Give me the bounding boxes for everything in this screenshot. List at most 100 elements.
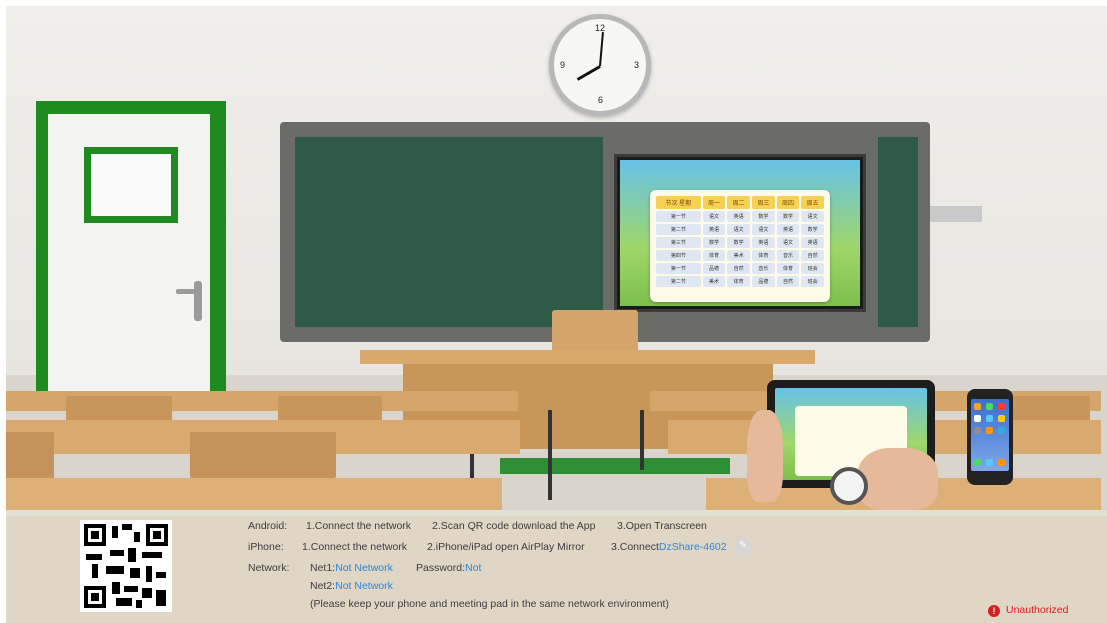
schedule-cell: 自然 — [776, 276, 800, 287]
door-handle — [194, 281, 202, 321]
info-icon: ! — [988, 605, 1000, 617]
schedule-cell: 美术 — [702, 276, 726, 287]
schedule-cell: 第一节 — [656, 211, 701, 222]
student-chair — [6, 432, 54, 478]
display-screen: 节次 星期 周一 周二 周三 周四 周五 第一节 语文 英语 数学 数学 语文 … — [614, 154, 866, 312]
network-label: Network: — [248, 562, 290, 574]
schedule-cell: 数学 — [702, 237, 726, 248]
iphone-step-3-prefix: 3.Connect — [611, 541, 659, 553]
password: Password:Not — [416, 562, 481, 574]
left-hand — [747, 410, 783, 502]
right-hand — [858, 448, 938, 510]
student-desk — [6, 478, 502, 510]
student-chair — [66, 396, 172, 422]
schedule-cell: 英语 — [727, 211, 750, 222]
schedule-cell: 第三节 — [656, 237, 701, 248]
desk-leg — [548, 410, 552, 500]
app-icon — [974, 459, 981, 466]
student-chair — [1010, 396, 1090, 422]
authorization-status[interactable]: ! Unauthorized — [988, 604, 1068, 617]
net2: Net2:Not Network — [310, 580, 393, 592]
qr-module — [112, 526, 118, 538]
password-label: Password: — [416, 562, 466, 574]
android-label: Android: — [248, 520, 288, 532]
phone-device — [967, 389, 1013, 485]
floor-mat — [500, 458, 730, 474]
schedule-cell: 体育 — [702, 250, 726, 261]
device-name: DzShare-4602 — [658, 541, 727, 553]
schedule-cell: 美术 — [727, 250, 750, 261]
schedule-cell: 数学 — [752, 211, 775, 222]
clock-minute-hand — [599, 32, 604, 67]
schedule-cell: 第一节 — [656, 263, 701, 274]
schedule-cell: 英语 — [776, 224, 800, 235]
teacher-chair — [552, 310, 638, 354]
iphone-step-3: 3.ConnectDzShare-4602 — [611, 541, 727, 553]
schedule-header-cell: 周三 — [752, 196, 775, 209]
chalkboard-left — [295, 137, 603, 327]
app-icon — [974, 427, 981, 434]
wall-hook — [930, 206, 982, 222]
schedule-cell: 英语 — [752, 237, 775, 248]
schedule-cell: 班会 — [801, 263, 824, 274]
schedule-table: 节次 星期 周一 周二 周三 周四 周五 第一节 语文 英语 数学 数学 语文 … — [654, 194, 826, 289]
schedule-cell: 自然 — [801, 250, 824, 261]
net1: Net1:Not Network — [310, 562, 393, 574]
network-note: (Please keep your phone and meeting pad … — [310, 598, 669, 610]
app-icon — [998, 415, 1005, 422]
net2-value: Not Network — [335, 580, 393, 592]
qr-module — [146, 566, 152, 582]
clock-numeral-3: 3 — [634, 60, 640, 70]
schedule-cell: 第二节 — [656, 224, 701, 235]
qr-code[interactable] — [80, 520, 172, 612]
tablet-home-button — [830, 467, 868, 505]
iphone-label: iPhone: — [248, 541, 284, 553]
schedule-cell: 数学 — [801, 224, 824, 235]
net1-label: Net1: — [310, 562, 336, 574]
student-chair — [190, 432, 336, 478]
net1-value: Not Network — [335, 562, 393, 574]
clock-numeral-6: 6 — [598, 95, 604, 105]
android-step-2: 2.Scan QR code download the App — [432, 520, 596, 532]
android-step-3: 3.Open Transcreen — [617, 520, 707, 532]
schedule-cell: 数学 — [776, 211, 800, 222]
schedule-cell: 第四节 — [656, 250, 701, 261]
iphone-step-1: 1.Connect the network — [302, 541, 408, 553]
schedule-cell: 班会 — [801, 276, 824, 287]
teacher-desk-top — [360, 350, 815, 364]
schedule-cell: 品德 — [702, 263, 726, 274]
schedule-cell: 语文 — [702, 211, 726, 222]
qr-module — [128, 548, 136, 562]
wall-clock: 12 3 6 9 — [549, 14, 651, 116]
schedule-cell: 数学 — [727, 237, 750, 248]
qr-module — [86, 554, 102, 560]
app-icon — [998, 459, 1005, 466]
qr-module — [156, 572, 166, 578]
app-icon — [998, 427, 1005, 434]
schedule-cell: 语文 — [752, 224, 775, 235]
password-value: Not — [465, 562, 482, 574]
qr-module — [134, 532, 140, 542]
schedule-cell: 体育 — [727, 276, 750, 287]
schedule-cell: 品德 — [752, 276, 775, 287]
qr-module — [106, 566, 124, 574]
pencil-icon[interactable]: ✎ — [735, 538, 751, 554]
display-screen-content: 节次 星期 周一 周二 周三 周四 周五 第一节 语文 英语 数学 数学 语文 … — [620, 160, 860, 306]
schedule-cell: 音乐 — [752, 263, 775, 274]
door-window — [91, 154, 171, 216]
app-icon — [974, 415, 981, 422]
schedule-cell: 自然 — [727, 263, 750, 274]
app-icon — [998, 403, 1005, 410]
qr-module — [136, 600, 142, 608]
schedule-cell: 英语 — [702, 224, 726, 235]
schedule-header-cell: 周四 — [776, 196, 800, 209]
app-icon — [986, 415, 993, 422]
schedule-cell: 语文 — [776, 237, 800, 248]
app-icon — [986, 459, 993, 466]
door-handle-lever — [176, 289, 198, 294]
qr-module — [92, 564, 98, 578]
qr-module — [122, 524, 132, 530]
iphone-step-2: 2.iPhone/iPad open AirPlay Mirror — [427, 541, 585, 553]
schedule-header-cell: 周五 — [801, 196, 824, 209]
chalkboard-right — [878, 137, 918, 327]
